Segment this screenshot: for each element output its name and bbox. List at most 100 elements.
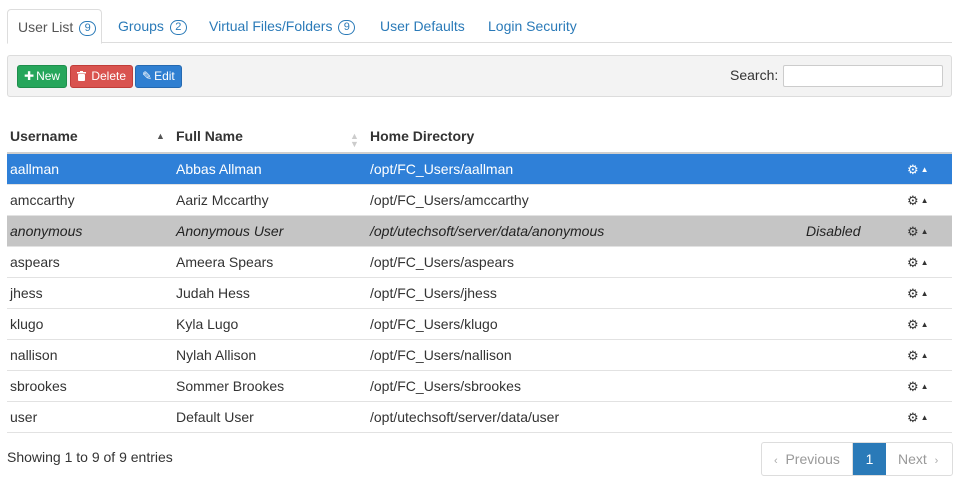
gear-icon: ⚙ [907,255,919,270]
row-actions-button[interactable]: ⚙ ▲ [907,154,929,185]
trash-icon [77,69,89,83]
tab-virtual-files-folders[interactable]: Virtual Files/Folders 9 [209,9,356,43]
tab-label: Login Security [488,18,577,34]
search-input[interactable] [783,65,943,87]
pencil-icon: ✎ [142,69,153,83]
table-row[interactable]: nallison Nylah Allison/opt/FC_Users/nalli… [7,340,952,371]
cell-full-name: Ameera Spears [176,254,274,270]
cell-home-directory: /opt/FC_Users/sbrookes [370,378,521,394]
caret-up-icon: ▲ [920,289,929,298]
cell-full-name: Judah Hess [176,285,250,301]
tab-bar: User List 9 Groups 2 Virtual Files/Folde… [7,9,952,44]
gear-icon: ⚙ [907,224,919,239]
cell-full-name: Abbas Allman [176,161,262,177]
sort-both-icon[interactable]: ▲ ▼ [350,132,359,149]
tab-label: Virtual Files/Folders [209,18,333,34]
tab-user-list[interactable]: User List 9 [7,9,102,44]
cell-username: aspears [10,254,60,270]
cell-username: jhess [10,285,43,301]
cell-username: amccarthy [10,192,75,208]
plus-icon: ✚ [24,69,35,83]
cell-full-name: Aariz Mccarthy [176,192,269,208]
cell-full-name: Nylah Allison [176,347,257,363]
row-actions-button[interactable]: ⚙ ▲ [907,402,929,433]
column-header-username[interactable]: Username [10,121,78,152]
previous-label: Previous [785,451,840,467]
gear-icon: ⚙ [907,379,919,394]
sort-asc-icon[interactable]: ▲ [156,121,165,152]
caret-up-icon: ▲ [920,227,929,236]
tab-label: Groups [118,18,164,34]
tab-count-badge: 2 [169,20,187,35]
caret-up-icon: ▲ [920,413,929,422]
cell-username: klugo [10,316,44,332]
cell-full-name: Sommer Brookes [176,378,285,394]
cell-home-directory: /opt/FC_Users/nallison [370,347,512,363]
tab-count-badge: 9 [79,21,97,36]
cell-home-directory: /opt/utechsoft/server/data/user [370,409,560,425]
previous-button[interactable]: ‹ Previous [762,443,853,475]
caret-up-icon: ▲ [920,320,929,329]
row-actions-button[interactable]: ⚙ ▲ [907,247,929,278]
cell-username: user [10,409,38,425]
cell-status: Disabled [806,223,861,239]
gear-icon: ⚙ [907,193,919,208]
table-row[interactable]: aspears Ameera Spears/opt/FC_Users/aspear… [7,247,952,278]
tab-login-security[interactable]: Login Security [488,9,577,43]
row-actions-button[interactable]: ⚙ ▲ [907,340,929,371]
cell-full-name: Default User [176,409,254,425]
table-row[interactable]: klugo Kyla Lugo/opt/FC_Users/klugo ⚙ ▲ [7,309,952,340]
column-header-home-directory[interactable]: Home Directory [370,121,474,152]
user-table: Username ▲ Full Name ▲ ▼ Home Directory a… [7,121,952,433]
new-button-label: New [36,69,61,83]
cell-home-directory: /opt/FC_Users/jhess [370,285,497,301]
cell-full-name: Anonymous User [176,223,284,239]
cell-username: anonymous [10,223,83,239]
caret-up-icon: ▲ [920,351,929,360]
row-actions-button[interactable]: ⚙ ▲ [907,309,929,340]
tab-label: User List [18,19,74,35]
table-row[interactable]: aallman Abbas Allman/opt/FC_Users/aallman… [7,154,952,185]
table-info: Showing 1 to 9 of 9 entries [7,449,173,465]
row-actions-button[interactable]: ⚙ ▲ [907,216,929,247]
gear-icon: ⚙ [907,162,919,177]
chevron-left-icon: ‹ [774,455,778,467]
cell-home-directory: /opt/utechsoft/server/data/anonymous [370,223,605,239]
table-row[interactable]: sbrookes Sommer Brookes/opt/FC_Users/sbro… [7,371,952,402]
new-button[interactable]: ✚ New [17,65,68,88]
table-row[interactable]: amccarthy Aariz Mccarthy/opt/FC_Users/amc… [7,185,952,216]
cell-username: sbrookes [10,378,67,394]
table-row[interactable]: anonymous Anonymous User/opt/utechsoft/se… [7,216,952,247]
row-actions-button[interactable]: ⚙ ▲ [907,371,929,402]
page-button-current[interactable]: 1 [853,443,886,475]
tab-user-defaults[interactable]: User Defaults [380,9,465,43]
table-header: Username ▲ Full Name ▲ ▼ Home Directory [7,121,952,154]
row-actions-button[interactable]: ⚙ ▲ [907,185,929,216]
caret-up-icon: ▲ [920,382,929,391]
cell-username: nallison [10,347,58,363]
tab-groups[interactable]: Groups 2 [118,9,187,43]
cell-full-name: Kyla Lugo [176,316,239,332]
next-button[interactable]: Next › [886,443,952,475]
tab-label: User Defaults [380,18,465,34]
caret-up-icon: ▲ [920,165,929,174]
cell-username: aallman [10,161,60,177]
search-label: Search: [730,67,779,83]
cell-home-directory: /opt/FC_Users/klugo [370,316,498,332]
tab-count-badge: 9 [338,20,356,35]
column-header-full-name[interactable]: Full Name [176,121,243,152]
gear-icon: ⚙ [907,410,919,425]
row-actions-button[interactable]: ⚙ ▲ [907,278,929,309]
edit-button[interactable]: ✎ Edit [135,65,182,88]
gear-icon: ⚙ [907,348,919,363]
caret-up-icon: ▲ [920,258,929,267]
edit-button-label: Edit [154,69,175,83]
delete-button-label: Delete [91,69,127,83]
chevron-right-icon: › [934,455,939,467]
toolbar: ✚ New Delete ✎ Edit Search: [7,55,952,97]
table-row[interactable]: user Default User/opt/utechsoft/server/da… [7,402,952,433]
delete-button[interactable]: Delete [70,65,134,88]
cell-home-directory: /opt/FC_Users/aallman [370,161,514,177]
cell-home-directory: /opt/FC_Users/aspears [370,254,514,270]
table-row[interactable]: jhess Judah Hess/opt/FC_Users/jhess ⚙ ▲ [7,278,952,309]
